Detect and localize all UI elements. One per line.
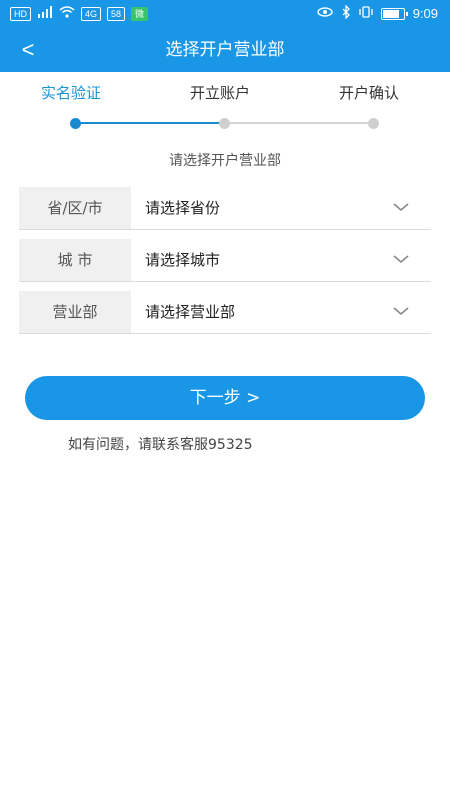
- province-label: 省/区/市: [19, 187, 131, 229]
- province-select[interactable]: 省/区/市 请选择省份: [19, 187, 431, 230]
- bluetooth-icon: [341, 4, 351, 22]
- step-dot-open-account: [219, 118, 230, 129]
- branch-select[interactable]: 营业部 请选择营业部: [19, 291, 431, 334]
- step-track-completed: [78, 122, 224, 124]
- step-track-pending: [226, 122, 373, 124]
- step-label-confirm: 开户确认: [339, 84, 400, 102]
- step-label-identity: 实名验证: [41, 84, 102, 102]
- province-value: 请选择省份: [145, 199, 221, 217]
- status-left: HD 4G 58 微: [10, 6, 149, 21]
- status-time: 9:09: [412, 6, 438, 21]
- city-label: 城 市: [19, 239, 131, 281]
- status-bar: HD 4G 58 微 9:09: [0, 0, 450, 28]
- title-bar: 选择开户营业部 <: [0, 28, 450, 72]
- hd-indicator: HD: [10, 6, 31, 21]
- help-text: 如有问题，请联系客服95325: [68, 437, 253, 453]
- step-label-open-account: 开立账户: [190, 84, 251, 102]
- wifi-icon: [59, 6, 75, 21]
- branch-value: 请选择营业部: [145, 303, 236, 321]
- network-type-indicator: 4G: [81, 6, 102, 21]
- section-title: 请选择开户营业部: [169, 153, 281, 169]
- progress-steps: 实名验证 开立账户 开户确认: [0, 82, 450, 142]
- status-right: 9:09: [316, 4, 438, 22]
- city-value: 请选择城市: [145, 251, 221, 269]
- branch-label: 营业部: [19, 291, 131, 333]
- vibrate-icon: [359, 6, 373, 21]
- next-step-button[interactable]: 下一步 >: [25, 376, 425, 420]
- chevron-down-icon: [393, 203, 409, 212]
- signal-icon: [37, 6, 53, 21]
- city-select[interactable]: 城 市 请选择城市: [19, 239, 431, 282]
- step-dot-confirm: [368, 118, 379, 129]
- battery-icon: [380, 7, 408, 20]
- chevron-down-icon: [393, 255, 409, 264]
- chevron-down-icon: [393, 307, 409, 316]
- app-notification-icon: 微: [131, 6, 149, 21]
- eye-icon: [316, 6, 333, 21]
- speed-indicator: 58: [107, 6, 126, 21]
- back-button[interactable]: <: [10, 32, 46, 68]
- step-dot-identity: [70, 118, 81, 129]
- page-title: 选择开户营业部: [165, 40, 285, 60]
